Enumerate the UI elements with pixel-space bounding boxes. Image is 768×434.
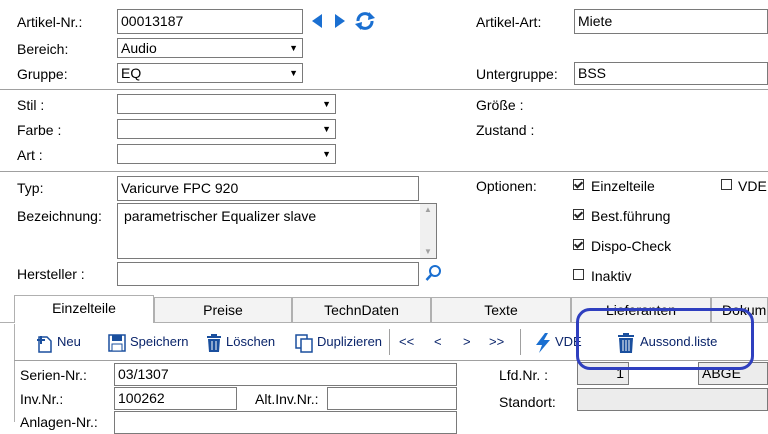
alt-inv-nr-label: Alt.Inv.Nr.: (255, 391, 319, 407)
artikel-nr-label: Artikel-Nr.: (17, 14, 83, 30)
chevron-down-icon: ▼ (322, 99, 331, 109)
duplizieren-button[interactable]: Duplizieren (294, 331, 382, 353)
scroll-up-icon[interactable]: ▲ (424, 205, 432, 214)
stil-label: Stil : (17, 97, 45, 113)
optionen-label: Optionen: (476, 178, 537, 194)
option-dispo-check[interactable]: Dispo-Check (573, 237, 693, 255)
last-record-button[interactable]: >> (489, 331, 504, 353)
refresh-icon[interactable] (354, 10, 376, 32)
serien-nr-label: Serien-Nr.: (20, 367, 87, 383)
bezeichnung-label: Bezeichnung: (17, 208, 102, 224)
untergruppe-label: Untergruppe: (476, 66, 558, 82)
tab-preise[interactable]: Preise (154, 297, 292, 322)
anlagen-nr-input[interactable] (114, 411, 457, 434)
checkbox-icon[interactable] (721, 179, 732, 190)
chevron-down-icon: ▼ (322, 124, 331, 134)
scrollbar[interactable]: ▲ ▼ (420, 204, 436, 258)
section-divider (0, 171, 768, 172)
duplizieren-label: Duplizieren (317, 334, 383, 349)
option-best-fuehrung[interactable]: Best.führung (573, 207, 693, 225)
typ-input[interactable]: Varicurve FPC 920 (117, 176, 419, 201)
section-divider (0, 89, 768, 90)
chevron-down-icon: ▼ (289, 68, 298, 78)
option-inaktiv[interactable]: Inaktiv (573, 267, 693, 285)
vde-button[interactable]: VDE (534, 331, 582, 353)
gruppe-value: EQ (121, 65, 142, 81)
lightning-icon (536, 332, 550, 353)
inv-nr-label: Inv.Nr.: (20, 391, 64, 407)
first-record-button[interactable]: << (399, 331, 414, 353)
search-icon[interactable] (425, 264, 443, 282)
option-label: Best.führung (591, 208, 671, 224)
bereich-value: Audio (121, 40, 157, 56)
bezeichnung-text: parametrischer Equalizer slave (124, 208, 317, 224)
bereich-dropdown[interactable]: Audio ▼ (117, 38, 303, 58)
farbe-label: Farbe : (17, 122, 62, 138)
art-dropdown[interactable]: ▼ (117, 144, 336, 164)
scroll-down-icon[interactable]: ▼ (424, 247, 432, 256)
standort-label: Standort: (499, 394, 556, 410)
loeschen-button[interactable]: Löschen (205, 331, 275, 353)
checkbox-icon[interactable] (573, 179, 584, 190)
gruppe-label: Gruppe: (17, 66, 68, 82)
speichern-label: Speichern (130, 334, 189, 349)
bereich-label: Bereich: (17, 41, 69, 57)
chevron-down-icon: ▼ (322, 149, 331, 159)
untergruppe-input[interactable]: BSS (574, 62, 768, 85)
gruppe-dropdown[interactable]: EQ ▼ (117, 63, 303, 83)
toolbar-divider (520, 329, 521, 355)
option-einzelteile[interactable]: Einzelteile (573, 177, 693, 195)
tab-texte[interactable]: Texte (431, 297, 571, 322)
typ-label: Typ: (17, 180, 44, 196)
groesse-label: Größe : (476, 97, 524, 113)
save-icon (108, 333, 126, 352)
artikel-art-label: Artikel-Art: (476, 14, 542, 30)
option-label: VDE (738, 178, 767, 194)
neu-button[interactable]: Neu (36, 331, 81, 353)
speichern-button[interactable]: Speichern (107, 331, 189, 353)
option-label: Einzelteile (591, 178, 655, 194)
zustand-label: Zustand : (476, 122, 535, 138)
prev-record-button[interactable]: < (434, 331, 442, 353)
checkbox-icon[interactable] (573, 269, 584, 280)
new-document-icon (37, 335, 52, 353)
tab-einzelteile[interactable]: Einzelteile (14, 295, 154, 323)
bezeichnung-textarea[interactable]: parametrischer Equalizer slave ▲ ▼ (117, 203, 437, 259)
previous-record-icon[interactable] (311, 13, 323, 29)
artikel-nr-input[interactable]: 00013187 (117, 9, 303, 34)
next-record-icon[interactable] (334, 13, 346, 29)
loeschen-label: Löschen (226, 334, 276, 349)
tab-techndaten[interactable]: TechnDaten (292, 297, 431, 322)
neu-label: Neu (57, 334, 81, 349)
art-label: Art : (17, 147, 43, 163)
duplicate-icon (295, 333, 313, 353)
artikel-art-input[interactable]: Miete (574, 9, 768, 34)
option-vde[interactable]: VDE (721, 177, 768, 195)
farbe-dropdown[interactable]: ▼ (117, 119, 336, 139)
chevron-down-icon: ▼ (289, 43, 298, 53)
serien-nr-input[interactable]: 03/1307 (114, 363, 457, 386)
standort-input[interactable] (577, 388, 768, 411)
anlagen-nr-label: Anlagen-Nr.: (20, 414, 98, 430)
checkbox-icon[interactable] (573, 209, 584, 220)
stil-dropdown[interactable]: ▼ (117, 94, 336, 114)
option-label: Inaktiv (591, 268, 632, 284)
panel-border (14, 361, 15, 422)
toolbar-divider (389, 329, 390, 355)
option-label: Dispo-Check (591, 238, 672, 254)
hersteller-label: Hersteller : (17, 266, 85, 282)
highlight-annotation (576, 308, 754, 370)
lfd-nr-label: Lfd.Nr. : (499, 367, 549, 383)
checkbox-icon[interactable] (573, 239, 584, 250)
inv-nr-input[interactable]: 100262 (114, 387, 237, 410)
trash-icon (207, 333, 221, 352)
hersteller-input[interactable] (117, 262, 419, 286)
next-record-button[interactable]: > (463, 331, 471, 353)
alt-inv-nr-input[interactable] (327, 387, 457, 410)
